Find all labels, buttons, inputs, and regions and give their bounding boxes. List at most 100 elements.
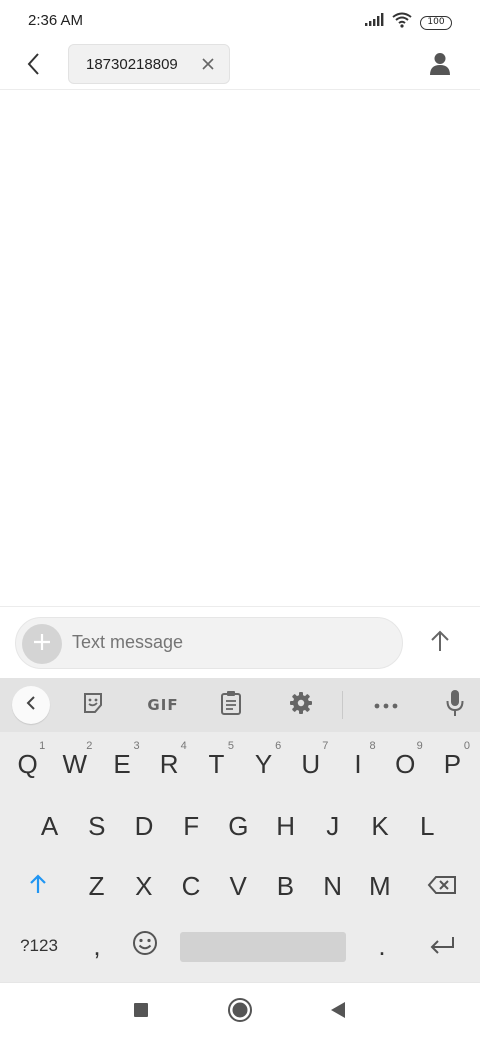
key-g[interactable]: G: [215, 798, 262, 854]
battery-level: 100: [427, 16, 445, 27]
message-input[interactable]: [72, 632, 372, 653]
key-label: Q: [17, 748, 38, 779]
key-label: W: [62, 748, 88, 779]
key-label: A: [40, 810, 59, 841]
compose-field: [15, 617, 403, 669]
key-hint: 6: [275, 740, 282, 752]
status-time: 2:36 AM: [28, 12, 84, 29]
back-nav-button[interactable]: [323, 997, 353, 1027]
add-attachment-button[interactable]: [22, 624, 62, 664]
key-n[interactable]: N: [309, 858, 356, 914]
key-label: L: [419, 810, 435, 841]
key-label: G: [228, 810, 249, 841]
key-y[interactable]: Y6: [240, 736, 287, 792]
sticker-button[interactable]: [74, 688, 112, 722]
recents-square-icon: [133, 1002, 149, 1023]
compose-bar: [0, 606, 480, 678]
symbols-key[interactable]: ?123: [8, 918, 70, 974]
clipboard-button[interactable]: [212, 688, 250, 722]
chevron-left-icon: [25, 695, 37, 716]
person-icon: [429, 52, 451, 81]
key-r[interactable]: R4: [146, 736, 193, 792]
key-o[interactable]: O9: [382, 736, 429, 792]
emoji-key[interactable]: [122, 918, 168, 974]
status-bar: 2:36 AM 100: [0, 0, 480, 42]
key-i[interactable]: I8: [334, 736, 381, 792]
key-label: X: [135, 870, 153, 901]
close-icon[interactable]: [201, 57, 215, 71]
period-key[interactable]: .: [360, 918, 404, 974]
key-label: C: [181, 870, 201, 901]
key-hint: 7: [322, 740, 329, 752]
sticker-icon: [81, 691, 105, 720]
key-p[interactable]: P0: [429, 736, 476, 792]
comma-key[interactable]: ,: [76, 918, 118, 974]
space-key[interactable]: [180, 932, 346, 962]
key-q[interactable]: Q1: [4, 736, 51, 792]
key-t[interactable]: T5: [193, 736, 240, 792]
key-z[interactable]: Z: [73, 858, 120, 914]
key-w[interactable]: W2: [51, 736, 98, 792]
backspace-icon: [427, 871, 457, 902]
home-circle-icon: [227, 997, 253, 1028]
key-label: U: [301, 748, 321, 779]
key-m[interactable]: M: [356, 858, 403, 914]
key-x[interactable]: X: [120, 858, 167, 914]
recipient-chip[interactable]: 18730218809: [68, 44, 230, 84]
key-a[interactable]: A: [26, 798, 73, 854]
keyboard-collapse-button[interactable]: [12, 686, 50, 724]
message-list: [0, 91, 480, 606]
recents-button[interactable]: [126, 997, 156, 1027]
backspace-key[interactable]: [418, 858, 466, 914]
toolbar-divider: [342, 691, 343, 719]
gif-button[interactable]: GIF: [142, 688, 184, 722]
key-label: K: [371, 810, 389, 841]
send-button[interactable]: [420, 623, 460, 663]
key-b[interactable]: B: [262, 858, 309, 914]
key-hint: 5: [227, 740, 234, 752]
key-k[interactable]: K: [356, 798, 403, 854]
key-u[interactable]: U7: [287, 736, 334, 792]
clipboard-icon: [220, 690, 242, 721]
enter-key[interactable]: [416, 918, 468, 974]
key-hint: 1: [39, 740, 46, 752]
shift-key[interactable]: [14, 858, 62, 914]
wifi-icon: [392, 12, 412, 33]
key-label: M: [368, 870, 391, 901]
key-label: R: [159, 748, 179, 779]
more-button[interactable]: [367, 688, 405, 722]
arrow-up-icon: [430, 629, 450, 658]
key-label: Y: [254, 748, 273, 779]
key-l[interactable]: L: [404, 798, 451, 854]
key-label: O: [395, 748, 416, 779]
key-j[interactable]: J: [309, 798, 356, 854]
recipient-number: 18730218809: [86, 55, 178, 73]
key-hint: 3: [133, 740, 140, 752]
voice-input-button[interactable]: [436, 688, 474, 722]
keyboard-toolbar: GIF: [0, 678, 480, 732]
key-label: F: [183, 810, 200, 841]
key-f[interactable]: F: [168, 798, 215, 854]
key-hint: 4: [180, 740, 187, 752]
key-label: T: [208, 748, 225, 779]
gif-label: GIF: [147, 696, 179, 714]
key-h[interactable]: H: [262, 798, 309, 854]
key-label: Z: [88, 870, 105, 901]
key-hint: 2: [86, 740, 93, 752]
key-s[interactable]: S: [73, 798, 120, 854]
shift-arrow-icon: [28, 871, 48, 902]
conversation-header: 18730218809: [0, 42, 480, 90]
key-label: E: [113, 748, 131, 779]
settings-button[interactable]: [282, 688, 320, 722]
key-c[interactable]: C: [167, 858, 214, 914]
key-label: V: [229, 870, 247, 901]
battery-icon: 100: [420, 15, 452, 30]
home-button[interactable]: [225, 997, 255, 1027]
back-button[interactable]: [14, 48, 54, 84]
key-e[interactable]: E3: [98, 736, 145, 792]
contact-button[interactable]: [422, 48, 458, 84]
navigation-bar: [0, 982, 480, 1040]
signal-icon: [364, 13, 384, 32]
key-d[interactable]: D: [120, 798, 167, 854]
key-v[interactable]: V: [215, 858, 262, 914]
